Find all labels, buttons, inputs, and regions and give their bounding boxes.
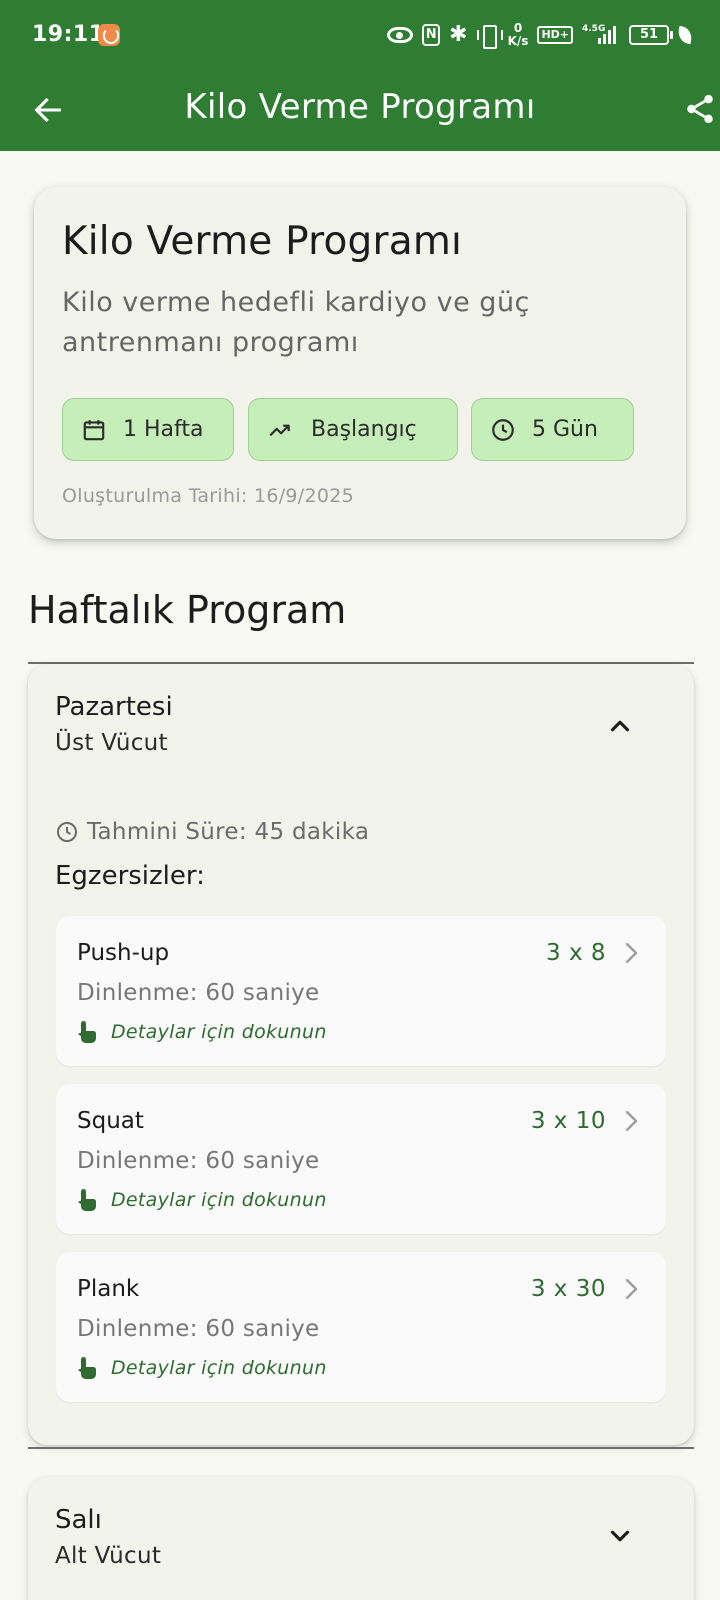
touch-app-icon	[78, 1189, 96, 1211]
share-button[interactable]	[676, 85, 720, 133]
exercise-name: Push-up	[77, 940, 170, 966]
network-speed-unit: K/s	[507, 34, 529, 48]
exercise-rest: Dinlenme: 60 saniye	[77, 980, 320, 1006]
exercise-name: Plank	[77, 1276, 140, 1302]
exercise-sets: 3 x 30	[530, 1276, 606, 1302]
touch-app-icon	[78, 1357, 96, 1379]
exercise-sets: 3 x 8	[546, 940, 606, 966]
days-label: 5 Gün	[532, 417, 598, 442]
exercise-card-push-up[interactable]: Push-up 3 x 8 Dinlenme: 60 saniye Detayl…	[56, 916, 666, 1066]
exercise-hint: Detaylar için dokunun	[77, 1020, 327, 1044]
estimated-time-label: Tahmini Süre: 45 dakika	[87, 819, 370, 845]
hd-icon: HD+	[537, 26, 573, 44]
estimated-time: Tahmini Süre: 45 dakika	[55, 819, 369, 845]
status-bar: 19:11 N ✱ 0 K/s HD+ 4.5G 51	[0, 0, 720, 68]
battery-icon: 51	[629, 25, 673, 45]
exercise-card-plank[interactable]: Plank 3 x 30 Dinlenme: 60 saniye Detayla…	[56, 1252, 666, 1402]
level-label: Başlangıç	[311, 417, 417, 442]
battery-saver-leaf-icon	[676, 25, 694, 45]
created-date: Oluşturulma Tarihi: 16/9/2025	[62, 485, 355, 507]
clock-icon	[57, 822, 77, 842]
clock-icon	[492, 418, 514, 441]
app-bar-title: Kilo Verme Programı	[184, 87, 536, 127]
exercise-hint: Detaylar için dokunun	[77, 1356, 327, 1380]
bluetooth-icon: ✱	[449, 22, 468, 47]
share-icon	[687, 94, 713, 124]
day-focus: Üst Vücut	[55, 730, 168, 756]
cell-signal-icon: 4.5G	[582, 24, 620, 46]
chevron-down-icon	[610, 1530, 630, 1542]
day-name: Pazartesi	[55, 692, 173, 722]
network-type-label: 4.5G	[582, 24, 606, 34]
notification-app-icon	[98, 24, 120, 46]
day-name: Salı	[55, 1505, 102, 1535]
expand-toggle[interactable]	[598, 1514, 642, 1558]
status-icons: N ✱ 0 K/s HD+ 4.5G 51	[387, 20, 694, 50]
chevron-right-icon	[616, 938, 646, 968]
exercise-sets: 3 x 10	[530, 1108, 606, 1134]
app-bar: Kilo Verme Programı	[0, 68, 720, 151]
vibrate-icon	[476, 24, 503, 49]
day-focus: Alt Vücut	[55, 1543, 162, 1569]
program-info-card: Kilo Verme Programı Kilo verme hedefli k…	[34, 187, 686, 539]
chevron-up-icon	[610, 720, 630, 732]
exercises-heading: Egzersizler:	[55, 861, 205, 891]
status-time: 19:11	[32, 22, 105, 47]
exercise-hint-label: Detaylar için dokunun	[111, 1357, 327, 1379]
duration-label: 1 Hafta	[123, 417, 204, 442]
touch-app-icon	[78, 1021, 96, 1043]
days-chip: 5 Gün	[471, 398, 634, 461]
eye-comfort-icon	[387, 27, 414, 43]
exercise-hint-label: Detaylar için dokunun	[111, 1189, 327, 1211]
calendar-icon	[83, 419, 105, 440]
program-title: Kilo Verme Programı	[62, 219, 463, 264]
trending-up-icon	[269, 424, 290, 436]
exercise-hint: Detaylar için dokunun	[77, 1188, 327, 1212]
weekly-program-heading: Haftalık Program	[28, 588, 347, 632]
chevron-right-icon	[616, 1106, 646, 1136]
level-chip: Başlangıç	[248, 398, 458, 461]
day-card-tuesday[interactable]: Salı Alt Vücut	[28, 1477, 694, 1600]
program-description: Kilo verme hedefli kardiyo ve güç antren…	[62, 287, 530, 358]
network-speed: 0 K/s	[508, 22, 529, 48]
exercise-name: Squat	[77, 1108, 144, 1134]
exercise-card-squat[interactable]: Squat 3 x 10 Dinlenme: 60 saniye Detayla…	[56, 1084, 666, 1234]
exercise-rest: Dinlenme: 60 saniye	[77, 1148, 320, 1174]
exercise-hint-label: Detaylar için dokunun	[111, 1021, 327, 1043]
exercise-rest: Dinlenme: 60 saniye	[77, 1316, 320, 1342]
divider	[28, 1447, 694, 1449]
day-card-monday[interactable]: Pazartesi Üst Vücut Tahmini Süre: 45 dak…	[28, 664, 694, 1445]
collapse-toggle[interactable]	[598, 704, 642, 748]
nfc-icon: N	[422, 24, 441, 46]
duration-chip: 1 Hafta	[62, 398, 234, 461]
chevron-right-icon	[616, 1274, 646, 1304]
